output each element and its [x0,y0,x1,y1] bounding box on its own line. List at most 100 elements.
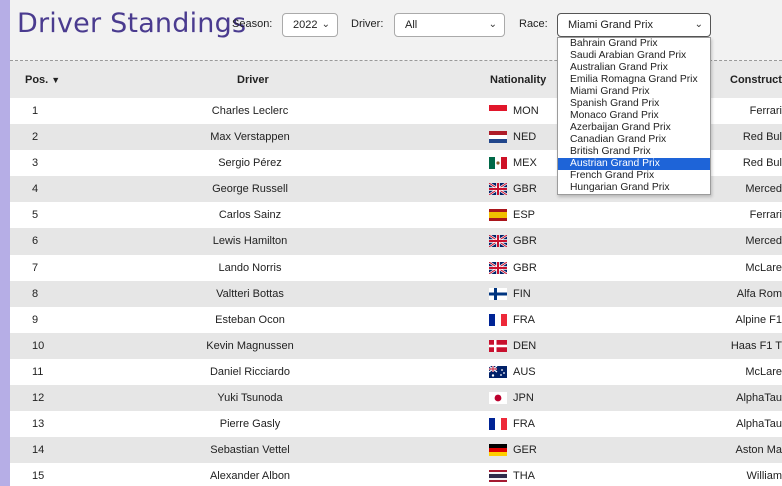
page-title: Driver Standings [17,8,247,39]
uk-flag-icon [489,235,507,248]
row-position: 14 [32,444,45,457]
france-flag-icon [489,313,507,326]
row-driver: Alexander Albon [209,470,291,483]
table-row[interactable]: 9 Esteban Ocon FRA Alpine F1 [10,306,782,333]
race-option[interactable]: Austrian Grand Prix [558,158,710,170]
table-row[interactable]: 6 Lewis Hamilton GBR Merced [10,228,782,255]
france-flag-icon [489,418,507,431]
row-nationality: DEN [513,339,537,352]
table-row[interactable]: 11 Daniel Ricciardo AUS McLare [10,358,782,386]
row-position: 13 [32,418,45,431]
row-driver: Lewis Hamilton [212,235,288,248]
row-constructor: Ferrari [749,105,782,117]
season-select-value: 2022 [293,19,318,31]
thailand-flag-icon [489,470,507,483]
row-driver: George Russell [212,183,288,196]
table-row[interactable]: 15 Alexander Albon THA William [10,463,782,486]
chevron-down-icon: ⌄ [694,19,703,30]
driver-select[interactable]: All ⌄ [394,13,505,37]
row-position: 11 [32,365,44,378]
race-option[interactable]: Australian Grand Prix [558,62,710,74]
header-driver[interactable]: Driver [237,74,269,86]
row-position: 2 [32,131,39,144]
race-option[interactable]: Spanish Grand Prix [558,98,710,110]
row-position: 10 [32,339,45,352]
table-row[interactable]: 5 Carlos Sainz ESP Ferrari [10,202,782,229]
table-row[interactable]: 14 Sebastian Vettel GER Aston Ma [10,437,782,464]
finland-flag-icon [489,287,507,300]
row-nationality: FRA [513,418,535,431]
row-driver: Daniel Ricciardo [209,365,291,378]
row-position: 9 [32,313,39,326]
row-constructor: Red Bul [742,131,782,144]
race-label: Race: [519,18,548,30]
chevron-down-icon: ⌄ [321,19,330,30]
table-row[interactable]: 12 Yuki Tsunoda JPN AlphaTau [10,385,782,412]
race-option[interactable]: British Grand Prix [558,146,710,158]
row-position: 1 [32,105,39,117]
race-option[interactable]: Emilia Romagna Grand Prix [558,74,710,86]
row-constructor: Red Bul [742,157,782,170]
spain-flag-icon [489,209,507,222]
race-option[interactable]: Miami Grand Prix [558,86,710,98]
season-label: Season: [232,18,273,30]
row-nationality: GBR [513,261,537,274]
table-row[interactable]: 8 Valtteri Bottas FIN Alfa Rom [10,280,782,307]
mexico-flag-icon [489,157,507,170]
row-constructor: McLare [745,261,782,274]
row-position: 4 [32,183,39,196]
monaco-flag-icon [489,105,507,117]
row-constructor: William [746,470,782,483]
season-select[interactable]: 2022 ⌄ [282,13,338,37]
race-select[interactable]: Miami Grand Prix ⌄ [557,13,711,37]
row-nationality: GBR [513,183,537,196]
row-driver: Valtteri Bottas [216,287,284,300]
table-row[interactable]: 13 Pierre Gasly FRA AlphaTau [10,411,782,438]
germany-flag-icon [489,444,507,457]
row-constructor: Ferrari [749,209,782,222]
race-option[interactable]: French Grand Prix [558,170,710,182]
table-row[interactable]: 7 Lando Norris GBR McLare [10,254,782,281]
race-option[interactable]: Bahrain Grand Prix [558,38,710,50]
row-nationality: THA [513,470,535,483]
row-driver: Kevin Magnussen [206,339,294,352]
sort-down-icon: ▼ [51,75,61,85]
row-driver: Charles Leclerc [211,105,289,117]
row-constructor: Merced [745,183,782,196]
header-pos[interactable]: Pos. ▼ [25,74,60,86]
row-driver: Pierre Gasly [219,418,281,431]
denmark-flag-icon [489,339,507,352]
header-pos-label: Pos. [25,74,49,86]
japan-flag-icon [489,392,507,405]
netherlands-flag-icon [489,131,507,144]
row-constructor: Haas F1 T [730,339,782,352]
race-dropdown-list[interactable]: Bahrain Grand Prix Saudi Arabian Grand Pr… [557,37,711,195]
row-position: 8 [32,287,39,300]
row-driver: Lando Norris [218,261,282,274]
race-option[interactable]: Hungarian Grand Prix [558,182,710,194]
row-constructor: Alpine F1 [735,313,782,326]
row-position: 12 [32,392,45,405]
row-nationality: NED [513,131,537,144]
row-constructor: Aston Ma [735,444,782,457]
race-option[interactable]: Monaco Grand Prix [558,110,710,122]
row-position: 5 [32,209,39,222]
uk-flag-icon [489,261,507,274]
driver-label: Driver: [351,18,384,30]
race-option[interactable]: Canadian Grand Prix [558,134,710,146]
row-position: 7 [32,261,39,274]
header-constructor[interactable]: Construct [730,74,782,86]
race-option[interactable]: Saudi Arabian Grand Prix [558,50,710,62]
row-nationality: FRA [513,313,535,326]
table-row[interactable]: 10 Kevin Magnussen DEN Haas F1 T [10,332,782,359]
row-nationality: GER [513,444,537,457]
header-nationality[interactable]: Nationality [490,74,546,86]
race-option[interactable]: Azerbaijan Grand Prix [558,122,710,134]
row-nationality: FIN [513,287,531,300]
uk-flag-icon [489,183,507,196]
row-constructor: Alfa Rom [736,287,782,300]
row-nationality: AUS [513,365,536,378]
row-nationality: MEX [513,157,537,170]
row-constructor: AlphaTau [736,392,782,405]
row-driver: Yuki Tsunoda [217,392,283,405]
